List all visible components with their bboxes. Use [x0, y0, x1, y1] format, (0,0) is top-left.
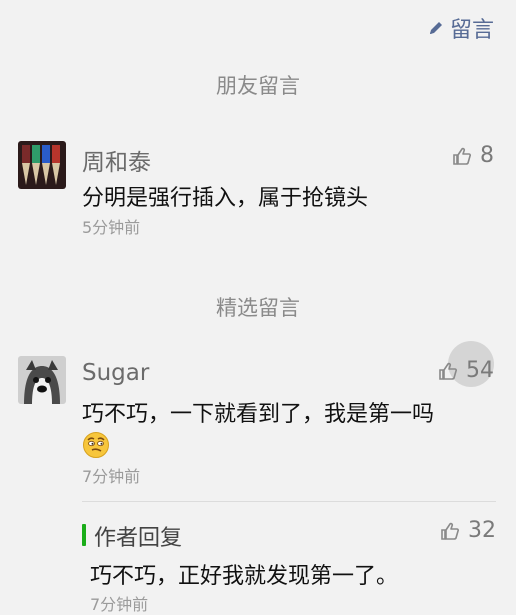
author-reply: 作者回复 32 巧不巧，正好我就发现第一了。 7分钟前 [82, 501, 496, 614]
write-comment-button[interactable]: 留言 [428, 12, 494, 44]
reply-text: 巧不巧，正好我就发现第一了。 [90, 564, 399, 589]
comment-text: 分明是强行插入，属于抢镜头 [82, 186, 369, 211]
thumbs-up-icon [439, 362, 457, 380]
comment-time: 5分钟前 [82, 218, 141, 237]
pencil-icon [429, 22, 442, 34]
author-reply-label: 作者回复 [94, 526, 183, 551]
thinking-emoji-icon [83, 432, 109, 458]
thumbs-up-icon [453, 147, 471, 165]
avatar[interactable] [18, 356, 66, 404]
comment-time: 7分钟前 [82, 467, 141, 486]
friends-comments-title: 朋友留言 [216, 74, 300, 98]
thumbs-up-icon [441, 522, 459, 540]
commenter-name: Sugar [82, 360, 150, 386]
write-comment-label: 留言 [449, 18, 494, 43]
like-count: 8 [480, 143, 494, 168]
reply-like-button[interactable]: 32 [440, 518, 496, 543]
reply-indicator-bar [82, 524, 86, 546]
like-count: 54 [466, 358, 494, 383]
like-button[interactable]: 54 [438, 358, 494, 383]
reply-like-count: 32 [468, 518, 496, 543]
avatar[interactable] [18, 141, 66, 189]
reply-time: 7分钟前 [90, 595, 149, 614]
commenter-name: 周和泰 [82, 150, 151, 176]
featured-comments-title: 精选留言 [216, 296, 300, 320]
like-button[interactable]: 8 [452, 143, 494, 168]
comment-text: 巧不巧，一下就看到了，我是第一吗 [82, 402, 435, 427]
